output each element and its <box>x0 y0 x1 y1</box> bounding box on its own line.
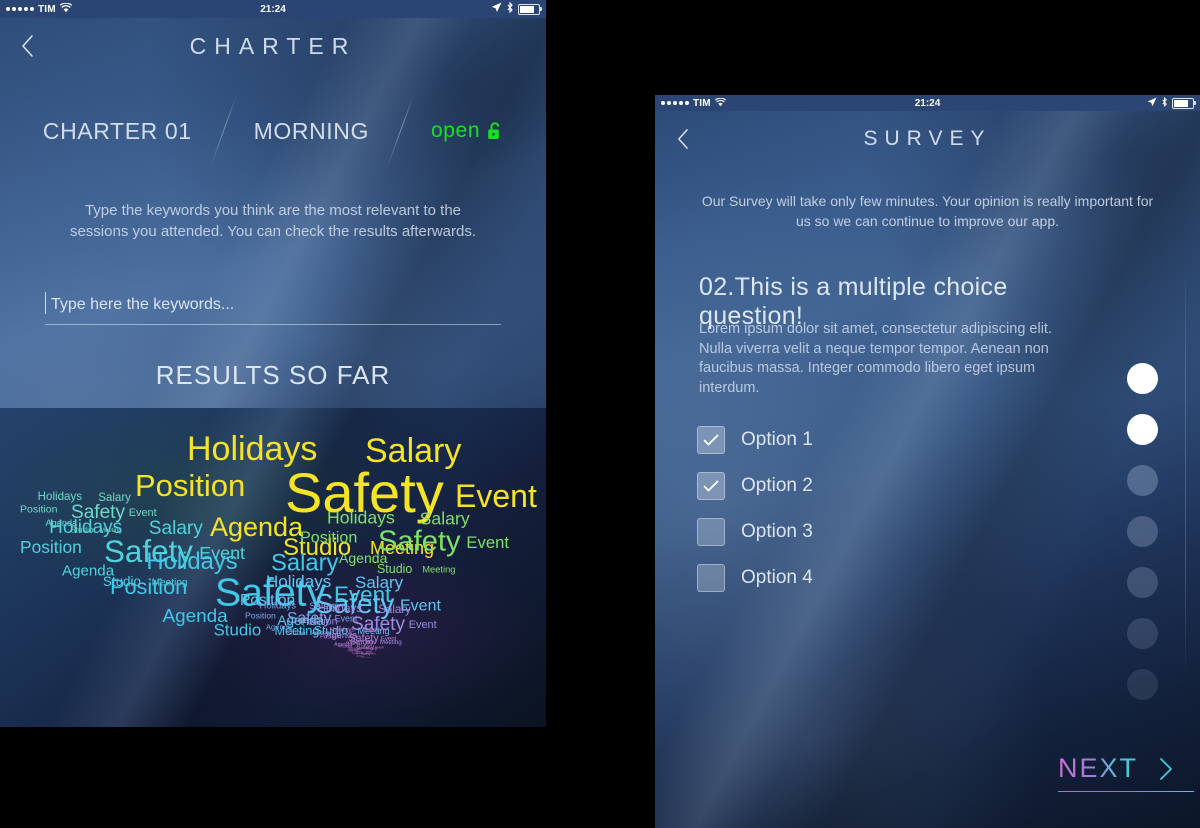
keyword-input-field[interactable] <box>45 290 501 325</box>
status-bar-left: TIM <box>6 2 73 16</box>
status-label: open <box>430 119 481 142</box>
option-row[interactable]: Option 1 <box>697 417 813 463</box>
status-bar-left: TIM <box>661 97 726 109</box>
keyword-input[interactable] <box>49 290 491 320</box>
clock-label: 21:24 <box>914 97 941 109</box>
page-title: SURVEY <box>863 127 992 150</box>
instructions-text: Type the keywords you think are the most… <box>69 202 477 240</box>
chevron-left-icon <box>677 129 688 149</box>
checkbox-unchecked-icon[interactable] <box>697 518 725 546</box>
status-bar: TIM 21:24 <box>0 0 546 18</box>
option-label: Option 1 <box>741 429 813 450</box>
progress-dot-pending[interactable] <box>1127 465 1158 496</box>
charter-navbar: CHARTER <box>0 18 546 74</box>
text-caret <box>45 292 46 314</box>
question-body: Lorem ipsum dolor sit amet, consectetur … <box>699 321 1052 396</box>
option-row[interactable]: Option 2 <box>697 463 813 509</box>
word-cloud-word: Position <box>135 468 246 503</box>
chevron-right-icon <box>1156 756 1176 782</box>
signal-strength-icon <box>661 101 689 105</box>
checkbox-checked-icon[interactable] <box>697 426 725 454</box>
screenshot-stage: TIM 21:24 CHARTER CHARTER 01 MORNING ope… <box>0 0 1200 828</box>
progress-dot-pending[interactable] <box>1127 567 1158 598</box>
word-cloud-word: Event <box>371 652 377 656</box>
progress-rail-line <box>1185 265 1186 680</box>
breadcrumb-separator <box>192 91 254 171</box>
word-cloud-word: Position <box>20 502 58 515</box>
charter-screen: TIM 21:24 CHARTER CHARTER 01 MORNING ope… <box>0 0 546 727</box>
breadcrumb-item-status[interactable]: open <box>431 119 503 143</box>
wifi-icon <box>714 97 726 109</box>
carrier-label: TIM <box>693 97 711 109</box>
word-cloud-word: Studio <box>286 629 306 637</box>
word-cloud-word: Studio <box>360 656 365 658</box>
survey-navbar: SURVEY <box>655 111 1200 167</box>
word-cloud-word: Position <box>300 527 358 546</box>
page-title: CHARTER <box>189 33 357 59</box>
word-cloud-word: Position <box>340 644 353 649</box>
option-list: Option 1 Option 2 Option 3 Option 4 <box>697 417 813 601</box>
clock-label: 21:24 <box>260 3 286 15</box>
status-bar: TIM 21:24 <box>655 95 1200 111</box>
progress-dot-pending[interactable] <box>1127 516 1158 547</box>
breadcrumb-item-charter[interactable]: CHARTER 01 <box>43 118 192 145</box>
word-cloud-word: Safety <box>378 524 461 557</box>
word-cloud-word: Event <box>375 645 385 650</box>
word-cloud-word: Event <box>466 532 509 552</box>
chevron-left-icon <box>22 35 33 57</box>
checkbox-unchecked-icon[interactable] <box>697 564 725 592</box>
progress-dot-pending[interactable] <box>1127 669 1158 700</box>
breadcrumb-separator <box>369 91 431 171</box>
bluetooth-icon <box>506 1 514 16</box>
next-button-label: NEXT <box>1057 753 1138 783</box>
status-bar-right <box>491 1 542 16</box>
option-label: Option 2 <box>741 475 813 496</box>
battery-icon <box>518 3 542 15</box>
checkbox-checked-icon[interactable] <box>697 472 725 500</box>
option-label: Option 4 <box>741 567 813 588</box>
option-row[interactable]: Option 3 <box>697 509 813 555</box>
battery-icon <box>1172 97 1196 109</box>
breadcrumb: CHARTER 01 MORNING open <box>0 108 546 154</box>
word-cloud-word: Position <box>110 574 188 600</box>
next-button[interactable]: NEXT <box>1057 753 1195 792</box>
word-cloud-word: Position <box>245 610 276 621</box>
unlock-icon <box>486 121 503 141</box>
word-cloud-word: Position <box>20 537 82 557</box>
back-button[interactable] <box>669 126 695 152</box>
word-cloud-word: Position <box>320 633 341 640</box>
bluetooth-icon <box>1161 96 1168 109</box>
back-button[interactable] <box>14 33 40 59</box>
progress-dot-done[interactable] <box>1127 414 1158 445</box>
word-cloud-word: Meeting <box>366 656 370 658</box>
breadcrumb-item-session[interactable]: MORNING <box>254 118 369 145</box>
survey-screen: TIM 21:24 SURVEY Our Survey will take on… <box>655 95 1200 828</box>
option-row[interactable]: Option 4 <box>697 555 813 601</box>
location-arrow-icon <box>491 2 502 16</box>
progress-dot-done[interactable] <box>1127 363 1158 394</box>
results-heading: RESULTS SO FAR <box>155 360 391 390</box>
survey-intro-text: Our Survey will take only few minutes. Y… <box>701 193 1154 229</box>
option-label: Option 3 <box>741 521 813 542</box>
status-bar-right <box>1147 96 1196 109</box>
word-cloud-word: Meeting <box>422 564 456 575</box>
word-cloud-word: Studio <box>213 620 262 640</box>
word-cloud-word: Event <box>380 635 397 642</box>
progress-dot-pending[interactable] <box>1127 618 1158 649</box>
signal-strength-icon <box>6 7 34 11</box>
word-cloud-word: Safety <box>361 651 371 656</box>
progress-dots <box>1127 363 1158 720</box>
wifi-icon <box>59 2 73 16</box>
carrier-label: TIM <box>38 3 56 15</box>
location-arrow-icon <box>1147 97 1157 109</box>
word-cloud: Holidays Salary Position Safety Event Agenda S… <box>0 408 546 727</box>
word-cloud-word: Event <box>408 618 437 631</box>
